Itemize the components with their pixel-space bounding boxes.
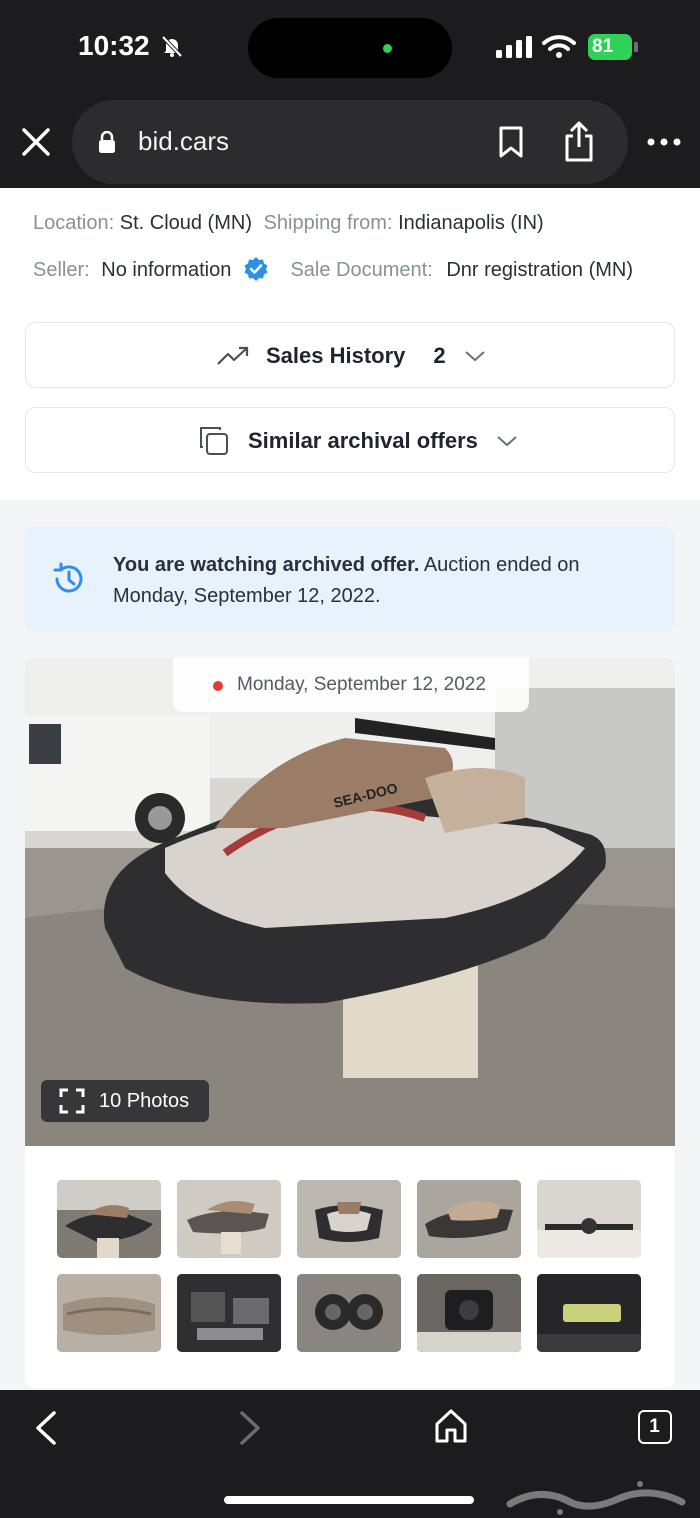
sales-history-accordion[interactable]: Sales History 2 <box>25 322 675 388</box>
tab-count: 1 <box>649 1416 660 1437</box>
copy-icon <box>200 427 228 455</box>
home-indicator[interactable] <box>224 1496 474 1504</box>
thumbnail-image <box>537 1274 641 1352</box>
notice-bold: You are watching archived offer. <box>113 554 420 576</box>
main-photo[interactable]: SEA-DOO <box>25 658 675 1146</box>
thumbnail-image <box>417 1180 521 1258</box>
view-photos-button[interactable]: 10 Photos <box>41 1080 209 1122</box>
location-value: St. Cloud (MN) <box>119 212 252 234</box>
sale-document-label: Sale Document: <box>290 259 433 281</box>
photo-count: 10 Photos <box>99 1090 190 1112</box>
thumbnail[interactable] <box>417 1274 521 1352</box>
location-label: Location: <box>33 212 115 234</box>
thumbnail-image <box>57 1180 161 1258</box>
thumbnail-image <box>537 1180 641 1258</box>
archived-offer-notice: You are watching archived offer. Auction… <box>25 526 675 632</box>
thumbnail[interactable] <box>297 1274 401 1352</box>
chevron-down-icon <box>497 436 517 447</box>
notice-text: You are watching archived offer. Auction… <box>113 550 633 612</box>
auction-date-chip: Monday, September 12, 2022 <box>173 658 529 712</box>
thumbnail[interactable] <box>537 1180 641 1258</box>
wifi-icon <box>542 35 576 58</box>
thumbnail[interactable] <box>177 1180 281 1258</box>
back-icon[interactable] <box>32 1410 60 1446</box>
history-icon <box>53 562 83 593</box>
forward-icon[interactable] <box>236 1410 264 1446</box>
thumbnail[interactable] <box>537 1274 641 1352</box>
seller-row: Seller: No information Sale Document: Dn… <box>33 256 633 282</box>
thumbnail-image <box>177 1274 281 1352</box>
chevron-down-icon <box>464 351 485 362</box>
auction-date: Monday, September 12, 2022 <box>237 674 486 695</box>
thumbnail[interactable] <box>57 1180 161 1258</box>
similar-offers-accordion[interactable]: Similar archival offers <box>25 407 675 473</box>
home-icon[interactable] <box>434 1408 468 1444</box>
battery-tip <box>634 42 638 52</box>
lock-icon <box>99 131 115 153</box>
address-bar[interactable]: bid.cars <box>72 100 628 184</box>
silent-bell-icon <box>161 35 183 58</box>
battery-indicator: 81 <box>588 34 638 60</box>
live-dot <box>213 681 223 691</box>
thumbnail[interactable] <box>177 1274 281 1352</box>
seller-value: No information <box>101 259 232 281</box>
thumbnail-image <box>297 1274 401 1352</box>
camera-indicator <box>383 44 392 53</box>
status-time: 10:32 <box>78 30 150 61</box>
shipping-label: Shipping from: <box>263 212 393 234</box>
trend-up-icon <box>217 346 249 365</box>
thumbnail-image <box>417 1274 521 1352</box>
battery-level: 81 <box>592 36 614 57</box>
share-icon[interactable] <box>562 120 596 162</box>
thumbnail[interactable] <box>417 1180 521 1258</box>
thumbnail[interactable] <box>57 1274 161 1352</box>
fullscreen-icon <box>59 1088 85 1114</box>
more-options-icon[interactable] <box>646 128 682 156</box>
browser-top-bar: 10:32 81 bid.cars <box>0 0 700 188</box>
thumbnail-image <box>57 1274 161 1352</box>
thumbnail-image <box>297 1180 401 1258</box>
seller-label: Seller: <box>33 259 90 281</box>
shipping-value: Indianapolis (IN) <box>398 212 544 234</box>
watermark-logo <box>506 1481 686 1515</box>
close-icon[interactable] <box>18 124 54 160</box>
location-row: Location: St. Cloud (MN) Shipping from: … <box>33 212 544 235</box>
thumbnail-image <box>177 1180 281 1258</box>
lot-details: Location: St. Cloud (MN) Shipping from: … <box>0 188 700 500</box>
dynamic-island <box>248 18 452 78</box>
sales-history-label: Sales History <box>266 343 406 368</box>
sales-history-count: 2 <box>433 343 446 368</box>
similar-offers-label: Similar archival offers <box>248 428 478 453</box>
verified-badge-icon <box>244 257 268 281</box>
cellular-signal-icon <box>496 36 532 58</box>
sale-document-value: Dnr registration (MN) <box>446 259 634 281</box>
browser-bottom-toolbar: 1 <box>0 1390 700 1518</box>
photo-gallery: SEA-DOO Monday, September 12, 2022 10 Ph… <box>25 658 675 1388</box>
thumbnail[interactable] <box>297 1180 401 1258</box>
bookmark-icon[interactable] <box>496 125 526 159</box>
tabs-button[interactable]: 1 <box>638 1410 672 1444</box>
url-text: bid.cars <box>138 126 230 156</box>
